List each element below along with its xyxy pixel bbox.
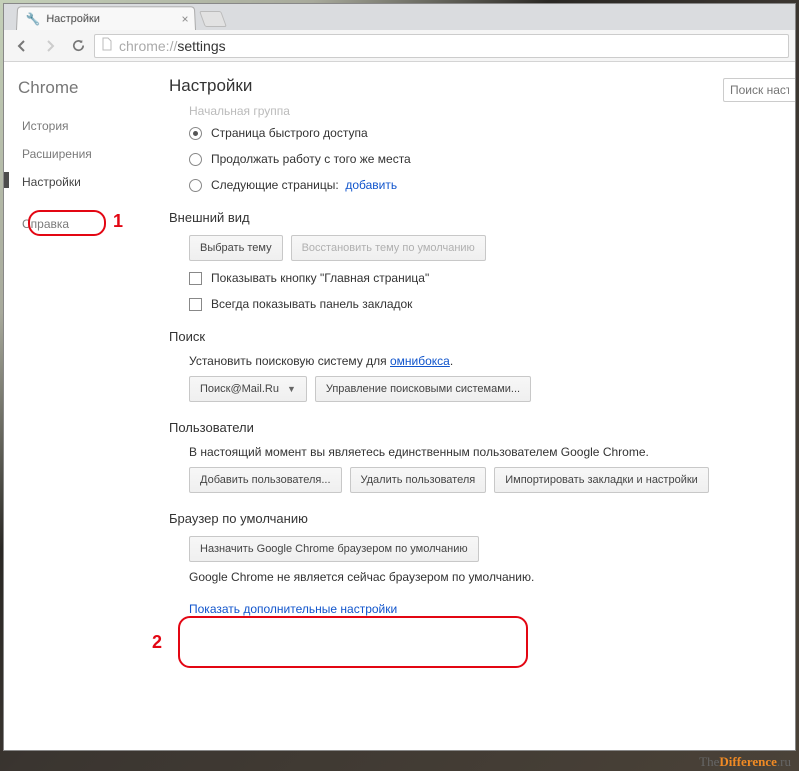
startup-option-pages[interactable]: Следующие страницы: добавить xyxy=(189,178,795,192)
sidebar: Chrome История Расширения Настройки Спра… xyxy=(4,62,149,750)
radio-label: Продолжать работу с того же места xyxy=(211,152,411,166)
page-icon xyxy=(101,37,113,54)
url-scheme: chrome:// xyxy=(119,38,177,54)
reload-button[interactable] xyxy=(66,34,90,58)
startup-section-title: Начальная группа xyxy=(189,104,795,118)
back-button[interactable] xyxy=(10,34,34,58)
sidebar-item-settings[interactable]: Настройки xyxy=(14,168,149,196)
radio-label: Следующие страницы: xyxy=(211,178,339,192)
tab-title: Настройки xyxy=(46,13,100,25)
show-advanced-link[interactable]: Показать дополнительные настройки xyxy=(189,602,397,616)
close-icon[interactable]: × xyxy=(181,12,189,26)
import-bookmarks-button[interactable]: Импортировать закладки и настройки xyxy=(494,467,709,493)
search-engine-dropdown[interactable]: Поиск@Mail.Ru ▼ xyxy=(189,376,307,402)
choose-theme-button[interactable]: Выбрать тему xyxy=(189,235,283,261)
browser-tab[interactable]: 🔧 Настройки × xyxy=(16,6,196,30)
omnibox-link[interactable]: омнибокса xyxy=(390,354,450,368)
add-user-button[interactable]: Добавить пользователя... xyxy=(189,467,342,493)
checkbox-label: Всегда показывать панель закладок xyxy=(211,297,412,311)
search-section-title: Поиск xyxy=(169,329,795,344)
set-default-browser-button[interactable]: Назначить Google Chrome браузером по умо… xyxy=(189,536,479,562)
search-settings-input[interactable] xyxy=(723,78,795,102)
checkbox-icon xyxy=(189,298,202,311)
default-browser-note: Google Chrome не является сейчас браузер… xyxy=(189,570,795,584)
delete-user-button[interactable]: Удалить пользователя xyxy=(350,467,487,493)
wrench-icon: 🔧 xyxy=(25,12,40,26)
sidebar-item-label: Настройки xyxy=(22,175,81,189)
page-title: Настройки xyxy=(169,76,252,96)
dropdown-value: Поиск@Mail.Ru xyxy=(200,383,279,395)
toolbar: chrome://settings xyxy=(4,30,795,62)
forward-button[interactable] xyxy=(38,34,62,58)
reset-theme-button[interactable]: Восстановить тему по умолчанию xyxy=(291,235,486,261)
show-home-checkbox[interactable]: Показывать кнопку "Главная страница" xyxy=(189,271,795,285)
appearance-section-title: Внешний вид xyxy=(169,210,795,225)
search-desc: Установить поисковую систему для омнибок… xyxy=(189,354,795,368)
settings-main: Настройки Начальная группа Страница быст… xyxy=(149,62,795,750)
address-bar[interactable]: chrome://settings xyxy=(94,34,789,58)
add-pages-link[interactable]: добавить xyxy=(345,178,397,192)
users-desc: В настоящий момент вы являетесь единстве… xyxy=(189,445,795,459)
default-browser-section-title: Браузер по умолчанию xyxy=(169,511,795,526)
radio-icon xyxy=(189,153,202,166)
new-tab-button[interactable] xyxy=(199,11,227,27)
radio-checked-icon xyxy=(189,127,202,140)
chevron-down-icon: ▼ xyxy=(287,384,296,394)
checkbox-icon xyxy=(189,272,202,285)
show-bookmarks-bar-checkbox[interactable]: Всегда показывать панель закладок xyxy=(189,297,795,311)
sidebar-item-history[interactable]: История xyxy=(14,112,149,140)
startup-option-continue[interactable]: Продолжать работу с того же места xyxy=(189,152,795,166)
tab-strip: 🔧 Настройки × xyxy=(4,4,795,30)
checkbox-label: Показывать кнопку "Главная страница" xyxy=(211,271,429,285)
brand-title: Chrome xyxy=(18,78,149,98)
watermark: TheDifference.ru xyxy=(699,754,791,770)
active-indicator xyxy=(4,172,9,188)
url-path: settings xyxy=(177,38,225,54)
manage-search-engines-button[interactable]: Управление поисковыми системами... xyxy=(315,376,531,402)
radio-icon xyxy=(189,179,202,192)
users-section-title: Пользователи xyxy=(169,420,795,435)
sidebar-item-help[interactable]: Справка xyxy=(14,210,149,238)
startup-option-fastaccess[interactable]: Страница быстрого доступа xyxy=(189,126,795,140)
sidebar-item-extensions[interactable]: Расширения xyxy=(14,140,149,168)
radio-label: Страница быстрого доступа xyxy=(211,126,368,140)
